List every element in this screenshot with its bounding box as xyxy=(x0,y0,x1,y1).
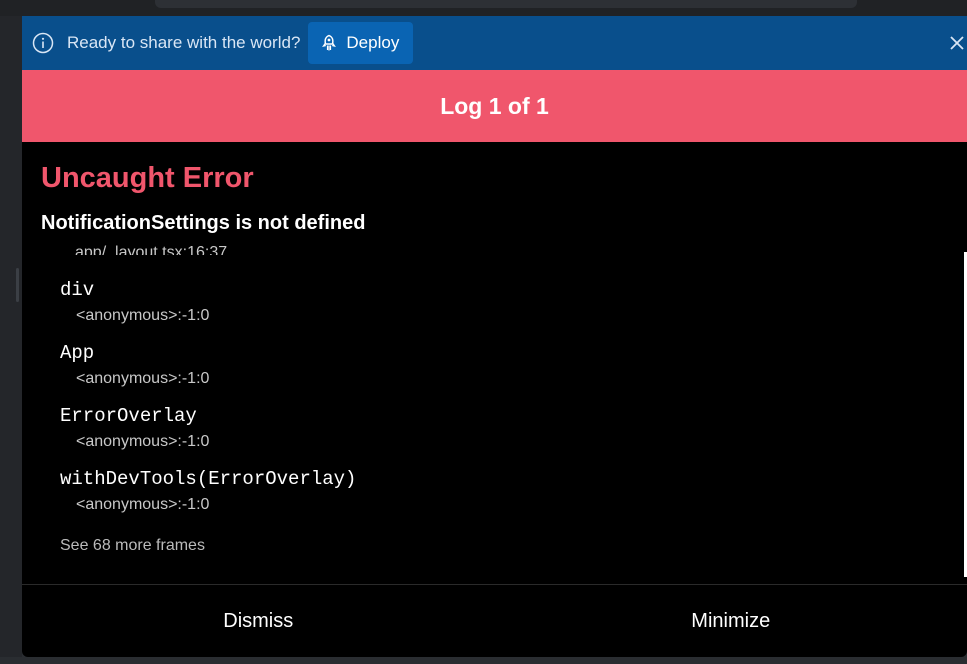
stack-frame[interactable]: ErrorOverlay <anonymous>:-1:0 xyxy=(60,405,209,451)
frame-location: <anonymous>:-1:0 xyxy=(76,370,210,387)
deploy-button-label: Deploy xyxy=(346,33,400,52)
info-icon xyxy=(32,32,54,54)
rocket-icon xyxy=(320,34,338,52)
stack-trace[interactable]: app/_layout.tsx:16:37 div <anonymous>:-1… xyxy=(22,242,967,584)
deploy-banner: Ready to share with the world? Deploy xyxy=(22,16,967,70)
frame-location: <anonymous>:-1:0 xyxy=(76,433,210,450)
editor-side-panel xyxy=(0,16,22,664)
stack-frame[interactable]: App <anonymous>:-1:0 xyxy=(60,342,209,388)
panel-resize-handle[interactable] xyxy=(16,268,19,302)
deploy-button[interactable]: Deploy xyxy=(308,22,414,64)
overlay-footer: Dismiss Minimize xyxy=(22,585,967,657)
frame-location-partial: app/_layout.tsx:16:37 xyxy=(75,244,228,255)
editor-bottom-strip xyxy=(0,657,967,664)
frame-location: <anonymous>:-1:0 xyxy=(76,307,210,324)
error-overlay: Log 1 of 1 Uncaught Error NotificationSe… xyxy=(22,70,967,657)
screen: Ready to share with the world? Deploy Lo… xyxy=(0,0,967,664)
stack-frame[interactable]: withDevTools(ErrorOverlay) <anonymous>:-… xyxy=(60,468,356,514)
frame-name: ErrorOverlay xyxy=(60,405,197,427)
close-icon[interactable] xyxy=(947,33,967,53)
minimize-button[interactable]: Minimize xyxy=(495,585,967,657)
error-message: NotificationSettings is not defined xyxy=(41,212,366,234)
banner-message: Ready to share with the world? xyxy=(67,33,301,52)
frame-name: div xyxy=(60,279,95,301)
see-more-frames-link[interactable]: See 68 more frames xyxy=(60,537,205,555)
editor-search-bar[interactable] xyxy=(155,0,857,8)
frame-name: withDevTools(ErrorOverlay) xyxy=(60,468,357,490)
frame-location: <anonymous>:-1:0 xyxy=(76,496,210,513)
log-header: Log 1 of 1 xyxy=(22,70,967,142)
dismiss-button[interactable]: Dismiss xyxy=(22,585,495,657)
error-title: Uncaught Error xyxy=(41,162,254,194)
stack-frame[interactable]: div <anonymous>:-1:0 xyxy=(60,279,209,325)
log-counter: Log 1 of 1 xyxy=(440,92,549,119)
frame-name: App xyxy=(60,342,95,364)
